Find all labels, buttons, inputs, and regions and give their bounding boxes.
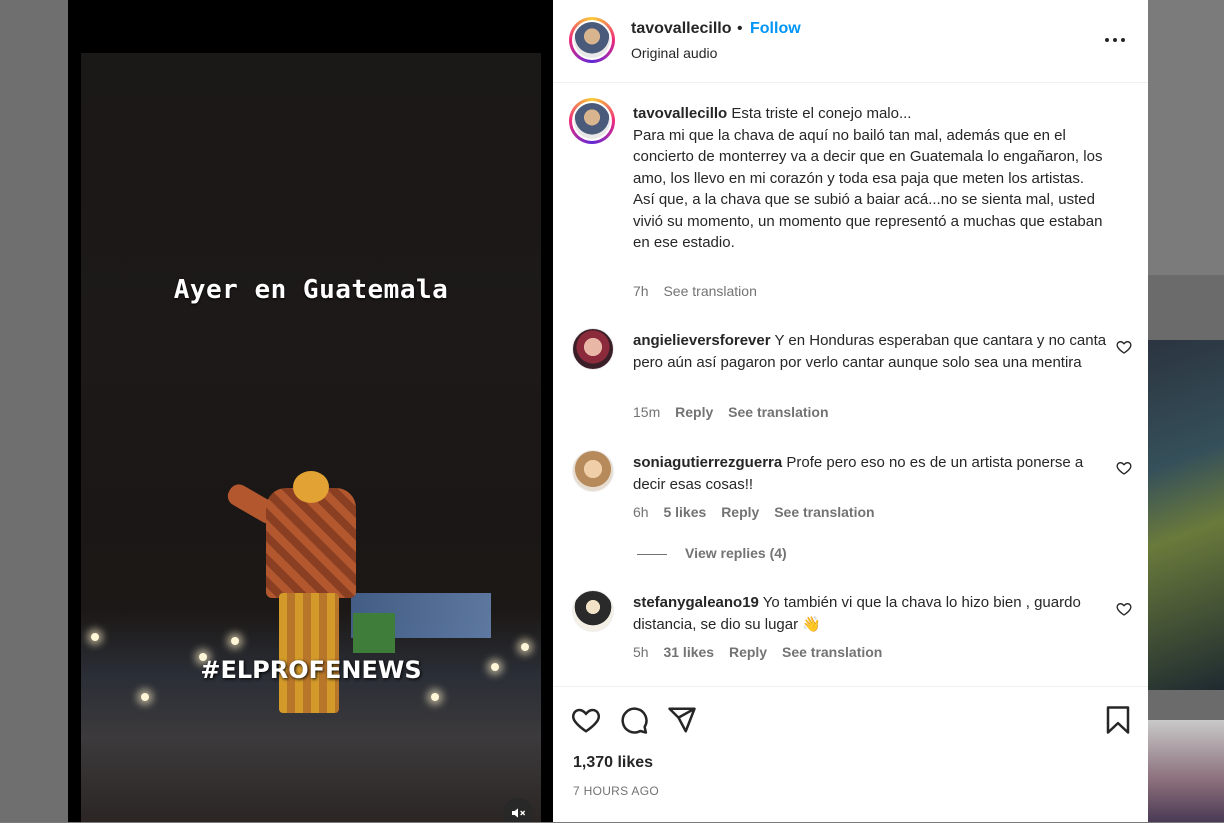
caption-paragraph2: Así que, a la chava que se subió a baiar… [633,191,1103,251]
author-username[interactable]: tavovallecillo [631,20,732,38]
comment-username[interactable]: soniagutierrezguerra [633,454,782,471]
video-light [431,693,439,701]
mute-button[interactable] [503,798,533,822]
video-performer-legs [279,593,339,713]
video-hashtag: #ELPROFENEWS [200,656,422,684]
post-timestamp: 7 HOURS AGO [573,784,659,798]
caption-avatar[interactable] [569,98,615,144]
reply-button[interactable]: Reply [721,504,759,520]
likes-count[interactable]: 1,370 likes [573,754,653,772]
backdrop-panel-top [1148,0,1224,275]
speaker-muted-icon [512,808,526,818]
caption-paragraph: Para mi que la chava de aquí no bailó ta… [633,126,1103,187]
follow-button[interactable]: Follow [750,20,801,38]
more-options-button[interactable] [1103,28,1127,52]
comment-icon[interactable] [619,705,649,735]
view-replies-button[interactable]: View replies (4) [637,545,787,561]
post-panel: tavovallecillo • Follow Original audio t… [553,0,1148,822]
video-caption-title: Ayer en Guatemala [173,275,449,305]
view-replies-line [637,553,667,555]
heart-icon[interactable] [1116,601,1132,617]
comment-username[interactable]: stefanygaleano19 [633,594,759,611]
caption-text: tavovallecillo Esta triste el conejo mal… [633,103,1113,254]
view-replies-label[interactable]: View replies (4) [685,545,787,561]
video-performer-head [293,471,329,503]
video-light [521,643,529,651]
commenter-avatar[interactable] [572,328,614,370]
commenter-avatar[interactable] [572,590,614,632]
video-performer [266,488,356,598]
more-options-icon [1105,38,1109,42]
reply-button[interactable]: Reply [675,404,713,420]
comment-text: angielieversforever Y en Honduras espera… [633,330,1113,373]
comment-text: stefanygaleano19 Yo también vi que la ch… [633,592,1113,635]
see-translation-button[interactable]: See translation [774,504,874,520]
heart-icon[interactable] [1116,339,1132,355]
comment-text: soniagutierrezguerra Profe pero eso no e… [633,452,1113,495]
comment-time: 15m [633,404,661,420]
comment-username[interactable]: angielieversforever [633,332,771,349]
see-translation-button[interactable]: See translation [663,283,756,299]
comment-meta: 6h 5 likes Reply See translation [633,504,886,520]
bookmark-icon[interactable] [1103,705,1133,735]
heart-icon[interactable] [1116,460,1132,476]
caption-line1: Esta triste el conejo malo... [731,105,912,122]
video-light [231,637,239,645]
post-header: tavovallecillo • Follow Original audio [553,0,1148,83]
post-actions: 1,370 likes 7 HOURS AGO [553,686,1148,823]
video-light [141,693,149,701]
audio-label[interactable]: Original audio [631,45,717,61]
comment-meta: 15m Reply See translation [633,404,840,420]
backdrop-right [1148,0,1224,822]
video-stage-sign [353,613,395,653]
backdrop-panel-middle [1148,340,1224,690]
video-light [91,633,99,641]
comment-likes[interactable]: 5 likes [663,504,706,520]
reply-button[interactable]: Reply [729,644,767,660]
video-container[interactable]: Ayer en Guatemala #ELPROFENEWS [68,0,553,822]
heart-icon[interactable] [571,705,601,735]
see-translation-button[interactable]: See translation [782,644,882,660]
comment-time: 5h [633,644,649,660]
separator-dot: • [737,20,743,37]
caption-meta: 7h See translation [633,283,768,299]
backdrop-left [0,0,68,822]
commenter-avatar[interactable] [572,450,614,492]
caption-time: 7h [633,283,649,299]
backdrop-panel-bottom [1148,720,1224,822]
send-icon[interactable] [667,705,697,735]
comment-meta: 5h 31 likes Reply See translation [633,644,893,660]
video-player[interactable]: Ayer en Guatemala #ELPROFENEWS [81,53,541,822]
author-avatar[interactable] [569,17,615,63]
comment-likes[interactable]: 31 likes [663,644,714,660]
caption-username[interactable]: tavovallecillo [633,105,727,122]
see-translation-button[interactable]: See translation [728,404,828,420]
comment-time: 6h [633,504,649,520]
